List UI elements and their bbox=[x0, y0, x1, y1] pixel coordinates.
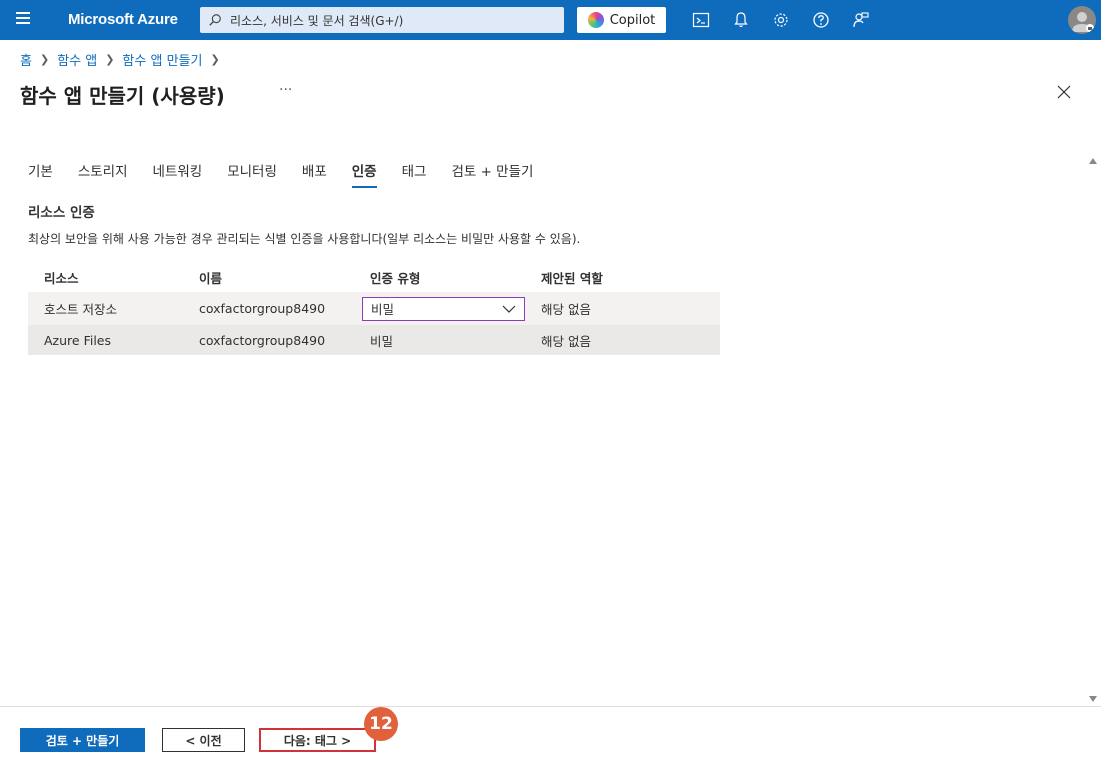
gear-icon[interactable] bbox=[771, 10, 791, 30]
search-placeholder: 리소스, 서비스 및 문서 검색(G+/) bbox=[230, 13, 404, 28]
role-cell: 해당 없음 bbox=[541, 333, 591, 349]
section-description: 최상의 보안을 위해 사용 가능한 경우 관리되는 식별 인증을 사용합니다(일… bbox=[28, 232, 581, 246]
chevron-right-icon: ❯ bbox=[210, 53, 220, 66]
tab-tags[interactable]: 태그 bbox=[402, 160, 427, 188]
bell-icon[interactable] bbox=[731, 10, 751, 30]
breadcrumb-home[interactable]: 홈 bbox=[20, 50, 32, 69]
auth-type-dropdown[interactable]: 비밀 bbox=[362, 296, 525, 321]
more-options-icon[interactable]: ··· bbox=[279, 82, 292, 98]
help-icon[interactable] bbox=[811, 10, 831, 30]
resource-cell: 호스트 저장소 bbox=[44, 302, 117, 317]
scroll-up-icon[interactable] bbox=[1088, 156, 1098, 166]
table-header-row: 리소스 이름 인증 유형 제안된 역할 bbox=[28, 262, 720, 292]
column-header-suggested-role: 제안된 역할 bbox=[541, 270, 603, 286]
wizard-tabs: 기본 스토리지 네트워킹 모니터링 배포 인증 태그 검토 + 만들기 bbox=[28, 160, 558, 188]
top-bar: Microsoft Azure 리소스, 서비스 및 문서 검색(G+/) Co… bbox=[0, 0, 1101, 40]
page-title: 함수 앱 만들기 (사용량) bbox=[20, 84, 225, 108]
step-number-badge: 12 bbox=[364, 707, 398, 741]
tab-authentication[interactable]: 인증 bbox=[351, 160, 377, 188]
chevron-down-icon bbox=[502, 305, 516, 313]
resource-cell: Azure Files bbox=[44, 332, 111, 348]
tab-basics[interactable]: 기본 bbox=[28, 160, 53, 188]
resource-auth-table: 리소스 이름 인증 유형 제안된 역할 호스트 저장소 coxfactorgro… bbox=[28, 262, 720, 355]
table-row: 호스트 저장소 coxfactorgroup8490 비밀 해당 없음 bbox=[28, 292, 720, 325]
copilot-icon bbox=[587, 12, 604, 28]
footer-divider bbox=[0, 706, 1101, 707]
tab-review-create[interactable]: 검토 + 만들기 bbox=[451, 160, 533, 188]
user-icon bbox=[1072, 12, 1094, 32]
auth-type-cell: 비밀 bbox=[370, 333, 394, 349]
auth-type-selected: 비밀 bbox=[371, 302, 395, 317]
copilot-button[interactable]: Copilot bbox=[577, 7, 666, 33]
global-search-input[interactable]: 리소스, 서비스 및 문서 검색(G+/) bbox=[200, 7, 564, 33]
next-tags-button[interactable]: 다음: 태그 > bbox=[259, 728, 376, 752]
table-row: Azure Files coxfactorgroup8490 비밀 해당 없음 bbox=[28, 325, 720, 355]
review-create-button[interactable]: 검토 + 만들기 bbox=[20, 728, 145, 752]
copilot-label: Copilot bbox=[609, 12, 656, 28]
breadcrumb-create-function-app[interactable]: 함수 앱 만들기 bbox=[122, 50, 202, 69]
column-header-name: 이름 bbox=[199, 270, 223, 286]
tab-monitoring[interactable]: 모니터링 bbox=[227, 160, 277, 188]
scroll-down-icon[interactable] bbox=[1088, 694, 1098, 704]
breadcrumb: 홈 ❯ 함수 앱 ❯ 함수 앱 만들기 ❯ bbox=[20, 50, 228, 69]
feedback-icon[interactable] bbox=[851, 10, 871, 30]
search-icon bbox=[209, 14, 221, 26]
auth-type-cell: 비밀 bbox=[362, 296, 541, 321]
tab-storage[interactable]: 스토리지 bbox=[78, 160, 128, 188]
breadcrumb-function-app[interactable]: 함수 앱 bbox=[57, 50, 97, 69]
previous-button[interactable]: < 이전 bbox=[162, 728, 245, 752]
section-title: 리소스 인증 bbox=[28, 205, 95, 221]
role-cell: 해당 없음 bbox=[541, 302, 591, 317]
column-header-auth-type: 인증 유형 bbox=[370, 270, 421, 286]
chevron-right-icon: ❯ bbox=[105, 53, 115, 66]
close-icon[interactable] bbox=[1056, 84, 1072, 100]
cloud-shell-icon[interactable] bbox=[691, 10, 711, 30]
chevron-right-icon: ❯ bbox=[39, 53, 50, 66]
name-cell: coxfactorgroup8490 bbox=[199, 332, 326, 348]
portal-brand[interactable]: Microsoft Azure bbox=[68, 11, 178, 28]
avatar[interactable] bbox=[1068, 6, 1096, 34]
menu-icon[interactable] bbox=[16, 12, 32, 28]
tab-deployment[interactable]: 배포 bbox=[302, 160, 327, 188]
tab-networking[interactable]: 네트워킹 bbox=[153, 160, 203, 188]
name-cell: coxfactorgroup8490 bbox=[199, 301, 326, 316]
column-header-resource: 리소스 bbox=[44, 270, 79, 286]
